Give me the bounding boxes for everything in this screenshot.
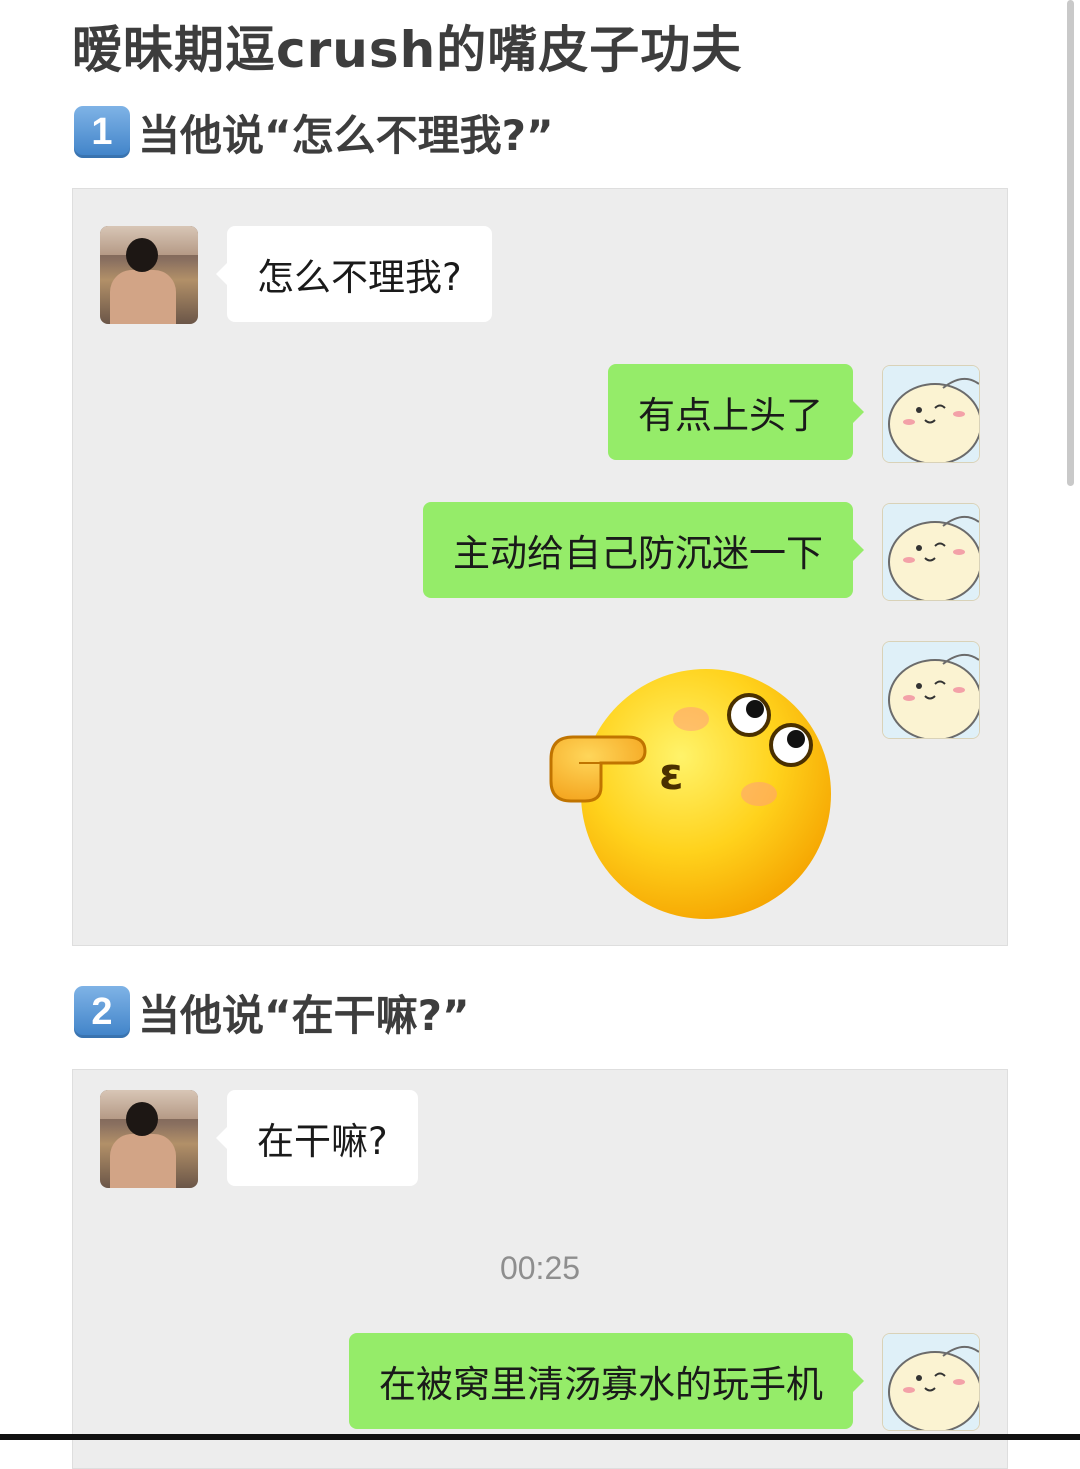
bunny-avatar-icon[interactable]	[882, 641, 980, 739]
message-bubble-incoming[interactable]: 怎么不理我?	[216, 226, 492, 322]
bunny-avatar-icon[interactable]	[882, 365, 980, 463]
section-2-heading: 2 当他说“在干嘛?”	[74, 984, 470, 1040]
scrollbar[interactable]	[1067, 0, 1074, 486]
message-timestamp: 00:25	[499, 1250, 581, 1286]
message-text: 在被窝里清汤寡水的玩手机	[379, 1363, 823, 1406]
page-title: 暧昧期逗crush的嘴皮子功夫	[72, 21, 743, 79]
message-bubble-outgoing[interactable]: 主动给自己防沉迷一下	[423, 502, 864, 598]
chat-screenshot-1: 怎么不理我? 有点上头了 主动给自己防沉迷一下 ɛ	[72, 188, 1008, 946]
crush-avatar[interactable]	[100, 1090, 198, 1188]
section-1-heading: 1 当他说“怎么不理我?”	[74, 104, 554, 160]
chat-screenshot-2: 在干嘛? 00:25 在被窝里清汤寡水的玩手机	[72, 1069, 1008, 1469]
section-2-heading-text: 当他说“在干嘛?”	[138, 990, 470, 1040]
message-bubble-outgoing[interactable]: 在被窝里清汤寡水的玩手机	[349, 1333, 864, 1429]
svg-text:ɛ: ɛ	[659, 749, 684, 800]
message-text: 有点上头了	[638, 394, 823, 437]
section-1-heading-text: 当他说“怎么不理我?”	[138, 110, 554, 160]
pointing-thinking-emoji-icon[interactable]: ɛ	[541, 659, 841, 933]
message-text: 在干嘛?	[257, 1120, 388, 1163]
message-text: 主动给自己防沉迷一下	[453, 532, 823, 575]
bunny-avatar-icon[interactable]	[882, 1333, 980, 1431]
crush-avatar[interactable]	[100, 226, 198, 324]
message-bubble-outgoing[interactable]: 有点上头了	[608, 364, 864, 460]
bunny-avatar-icon[interactable]	[882, 503, 980, 601]
keycap-1-icon: 1	[74, 106, 130, 158]
message-text: 怎么不理我?	[257, 256, 462, 299]
bottom-divider	[0, 1434, 1080, 1440]
keycap-2-icon: 2	[74, 986, 130, 1038]
message-bubble-incoming[interactable]: 在干嘛?	[216, 1090, 418, 1186]
